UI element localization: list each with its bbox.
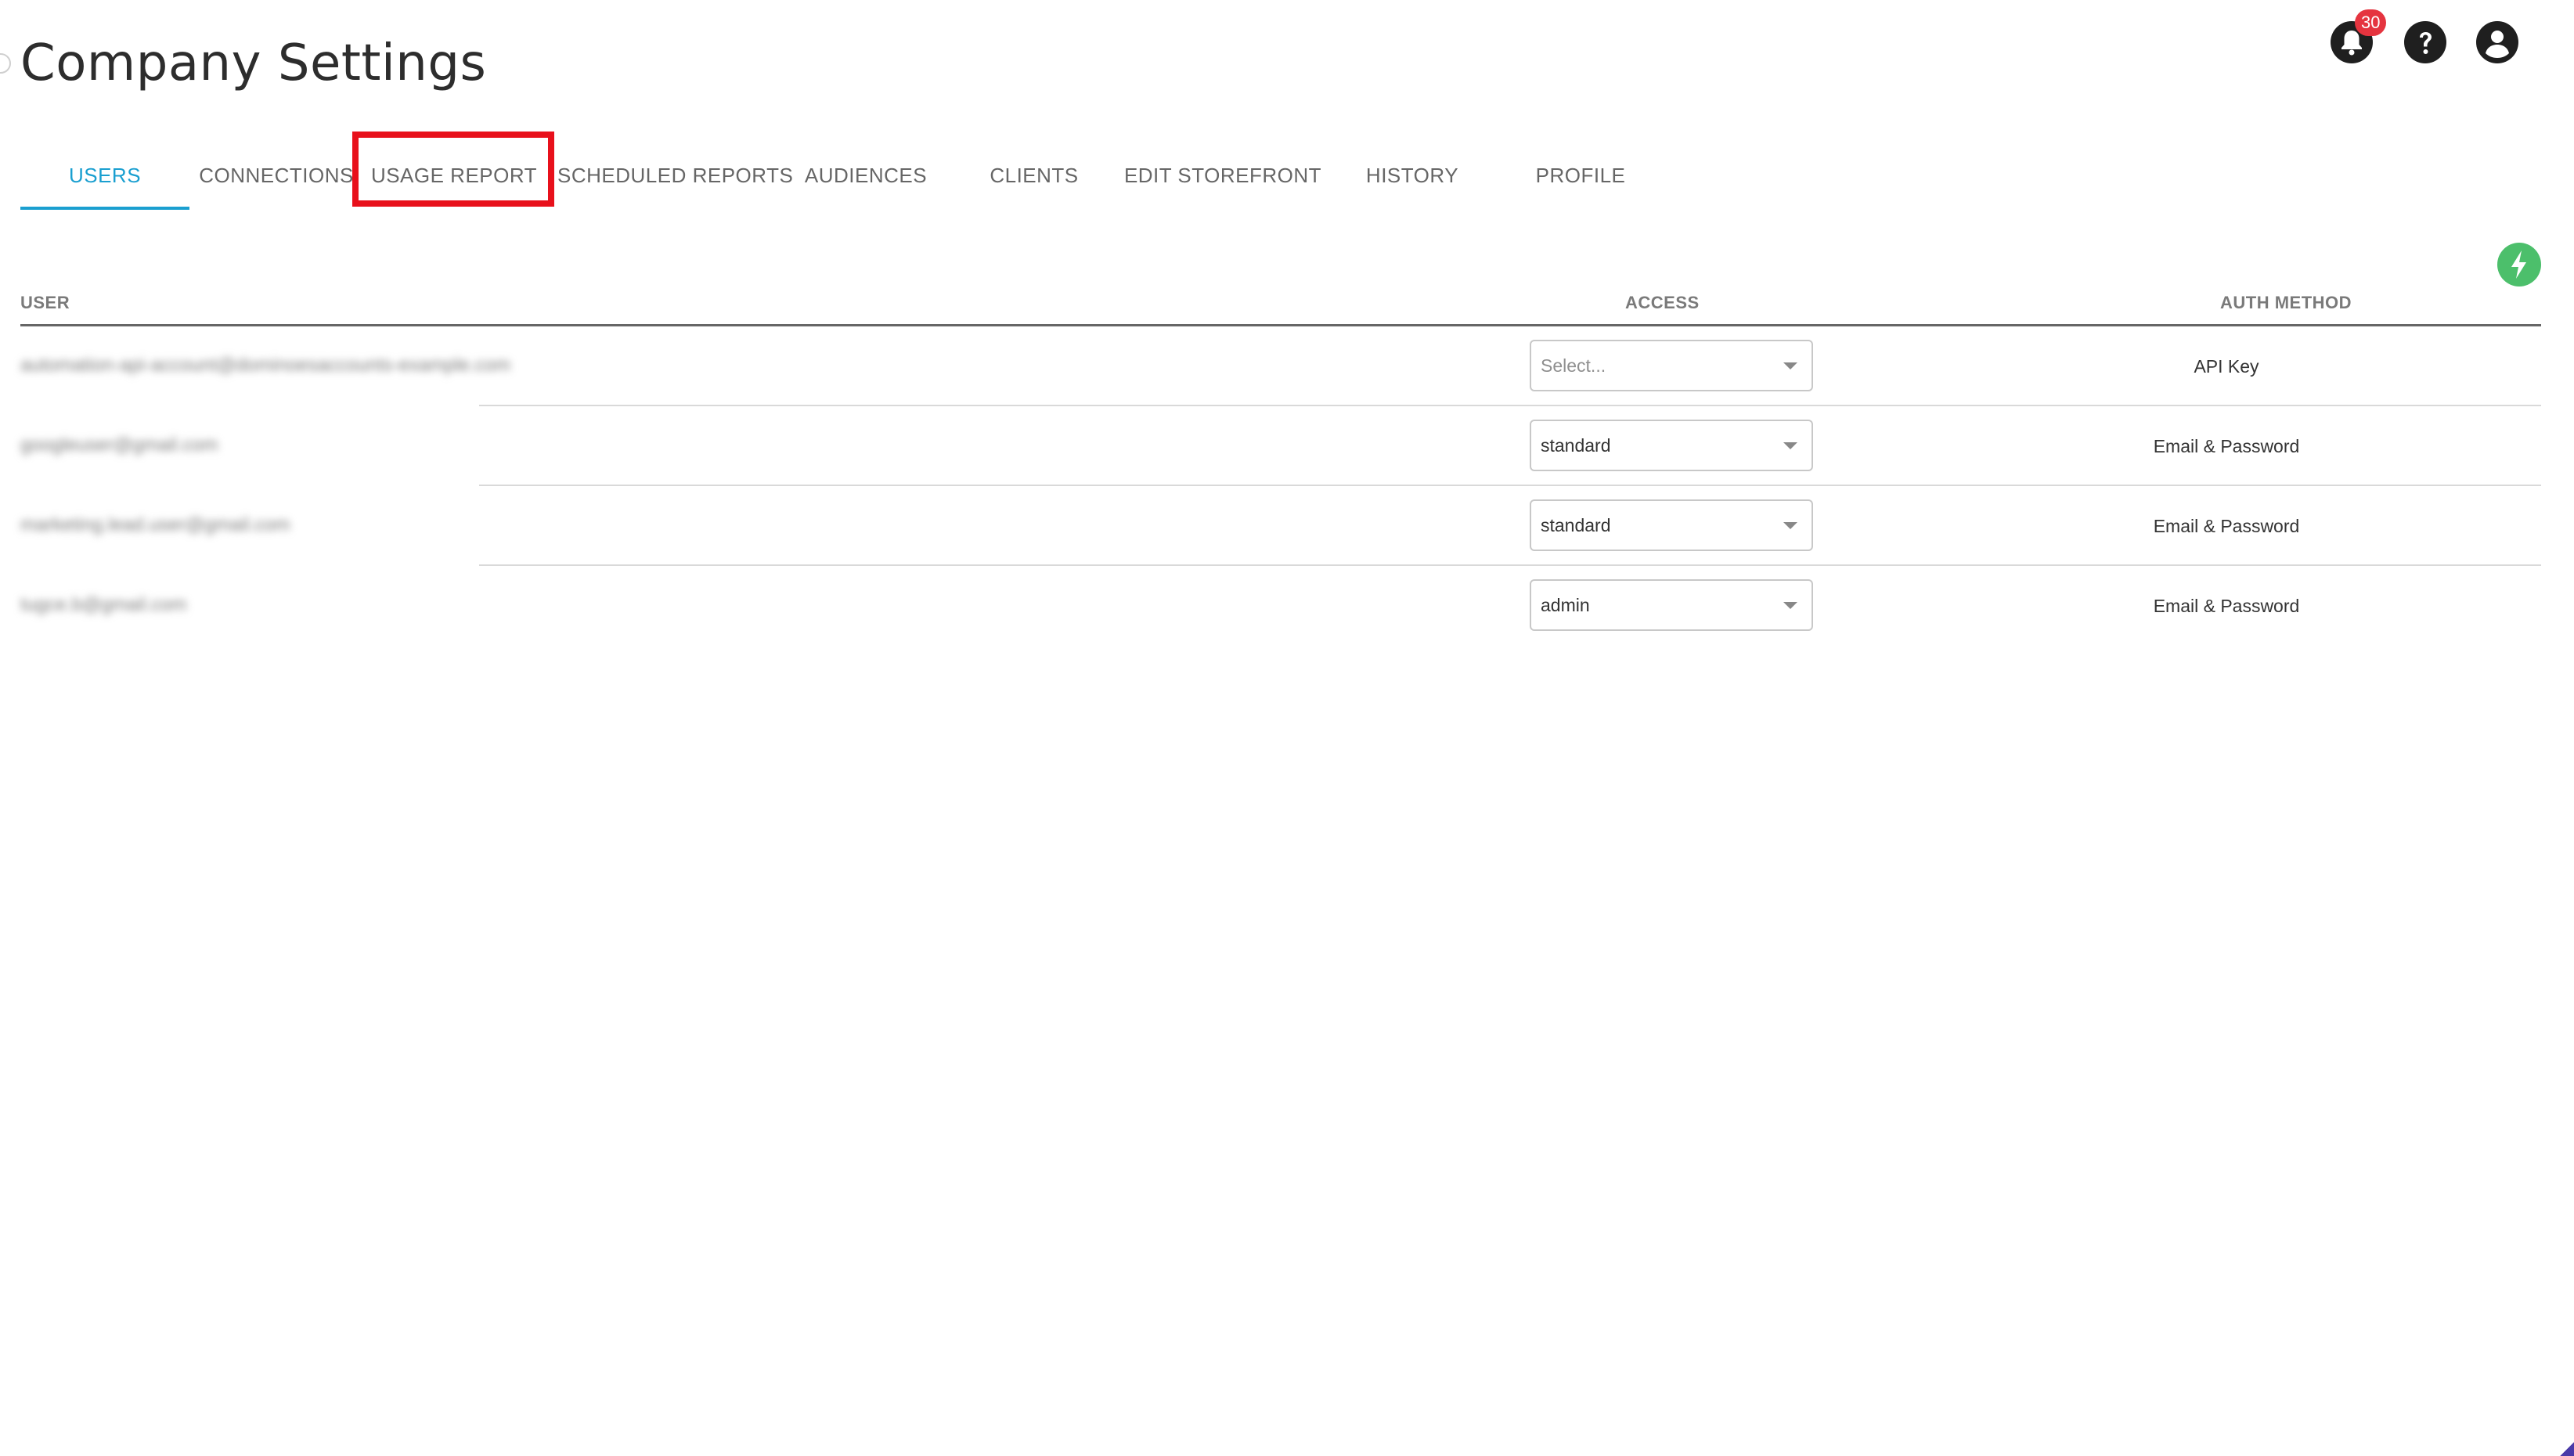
table-row: tugce.b@gmail.com admin Email & Password [20, 566, 2541, 646]
account-icon[interactable] [2475, 20, 2519, 64]
user-email: tugce.b@gmail.com [20, 594, 187, 615]
tab-clients[interactable]: CLIENTS [954, 132, 1115, 210]
table-row: marketing.lead.user@gmail.com standard E… [20, 486, 2541, 566]
user-email: automation-api-account@dominoesaccounts-… [20, 355, 511, 376]
user-email: marketing.lead.user@gmail.com [20, 514, 290, 535]
access-select[interactable]: Select... [1530, 340, 1813, 391]
header-access: ACCESS [1625, 293, 1700, 312]
chevron-down-icon [1783, 442, 1797, 449]
header-user: USER [20, 293, 70, 312]
tab-connections[interactable]: CONNECTIONS [196, 132, 357, 210]
lightning-action-button[interactable] [2497, 243, 2541, 287]
auth-method: Email & Password [2153, 516, 2300, 536]
access-select[interactable]: standard [1530, 499, 1813, 551]
tab-profile[interactable]: PROFILE [1498, 132, 1663, 210]
table-header: USER ACCESS AUTH METHOD [20, 282, 2541, 326]
window-corner [2560, 1442, 2574, 1456]
table-row: automation-api-account@dominoesaccounts-… [20, 326, 2541, 406]
help-icon[interactable] [2403, 20, 2447, 64]
auth-method: Email & Password [2153, 436, 2300, 456]
edge-indicator [0, 53, 11, 74]
access-select-value: standard [1541, 435, 1611, 456]
settings-tabs: USERS CONNECTIONS USAGE REPORT SCHEDULED… [0, 132, 1722, 210]
table-row: googleuser@gmail.com standard Email & Pa… [20, 406, 2541, 486]
chevron-down-icon [1783, 362, 1797, 369]
page-title: Company Settings [20, 34, 487, 92]
tab-audiences[interactable]: AUDIENCES [783, 132, 949, 210]
notification-badge: 30 [2355, 9, 2387, 36]
auth-method: API Key [2194, 356, 2259, 377]
tab-scheduled-reports[interactable]: SCHEDULED REPORTS [557, 132, 793, 210]
access-select[interactable]: admin [1530, 579, 1813, 631]
header-auth-method: AUTH METHOD [2220, 293, 2352, 312]
lightning-icon [2511, 250, 2526, 279]
tab-usage-report[interactable]: USAGE REPORT [368, 132, 540, 210]
tab-edit-storefront[interactable]: EDIT STOREFRONT [1119, 132, 1326, 210]
access-select-value: admin [1541, 595, 1590, 615]
tab-users[interactable]: USERS [20, 132, 189, 210]
auth-method: Email & Password [2153, 596, 2300, 616]
users-table: USER ACCESS AUTH METHOD automation-api-a… [20, 282, 2541, 646]
user-email: googleuser@gmail.com [20, 434, 218, 456]
access-select-value: standard [1541, 515, 1611, 535]
chevron-down-icon [1783, 602, 1797, 609]
tab-history[interactable]: HISTORY [1331, 132, 1494, 210]
access-select[interactable]: standard [1530, 420, 1813, 471]
access-select-value: Select... [1541, 355, 1606, 376]
chevron-down-icon [1783, 522, 1797, 529]
